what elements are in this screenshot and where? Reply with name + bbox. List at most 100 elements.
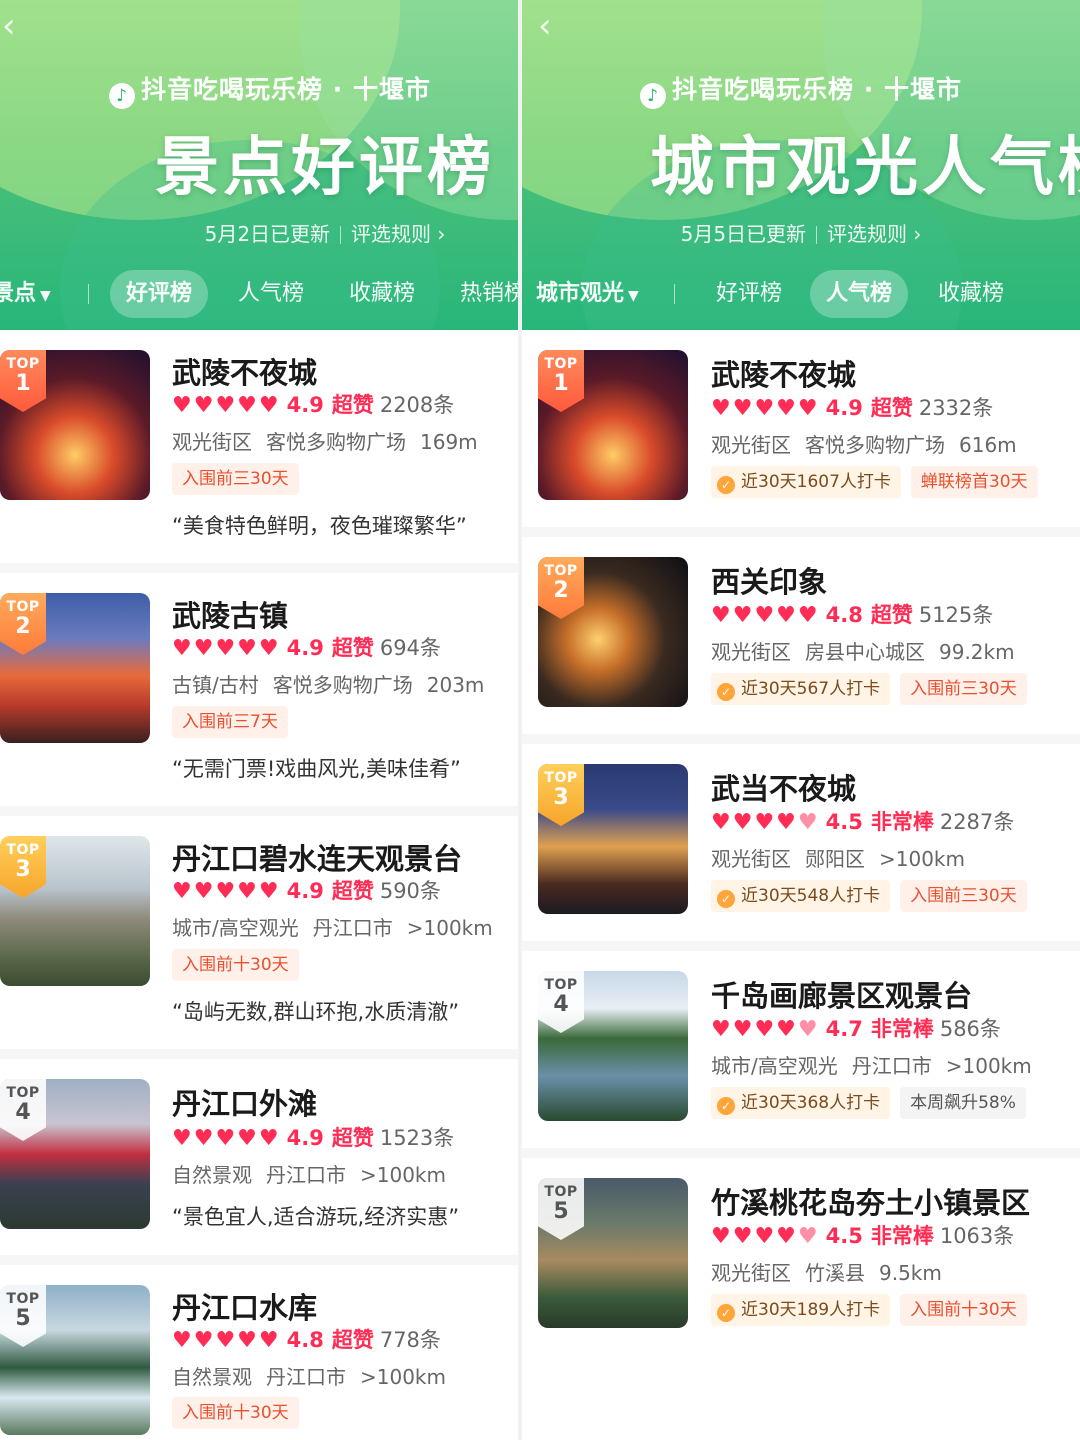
heart-rating-icon: ♥♥♥♥♥ (711, 1224, 820, 1249)
badges: 入围前三7天 (172, 706, 298, 738)
badges: ✓ 近30天548人打卡 入围前三30天 (711, 880, 1037, 912)
caret-down-icon: ▼ (40, 288, 51, 304)
badges: ✓ 近30天368人打卡 本周飙升58% (711, 1087, 1036, 1119)
list-item[interactable]: TOP 4 丹江口外滩 ♥♥♥♥♥ 4.9 超赞 1523条 自然景观 丹江口市 >100k… (0, 1059, 540, 1265)
rank-badge: TOP 5 (538, 1178, 584, 1240)
review-quote: “无需门票!戏曲风光,美味佳肴” (172, 757, 461, 781)
rank-streak-badge: 入围前三30天 (172, 463, 299, 495)
spot-name: 西关印象 (711, 565, 828, 599)
spot-name: 武陵不夜城 (172, 356, 318, 390)
list-item[interactable]: TOP 5 丹江口水库 ♥♥♥♥♥ 4.8 超赞 778条 自然景观 丹江口市 >100km… (0, 1265, 540, 1440)
heart-rating-icon: ♥♥♥♥♥ (172, 879, 281, 904)
spot-name: 竹溪桃花岛夯土小镇景区 (711, 1186, 1031, 1220)
list-item[interactable]: TOP 4 千岛画廊景区观景台 ♥♥♥♥♥ 4.7 非常棒 586条 城市/高空观光 丹江… (522, 951, 1080, 1158)
heart-rating-icon: ♥♥♥♥♥ (711, 810, 820, 835)
right-header: ‹ ♪ 抖音吃喝玩乐榜 · 十堰市 城市观光人气榜 5月5日已更新 评选规则 › 城… (522, 0, 1080, 330)
rating-row: ♥♥♥♥♥ 4.9 超赞 2332条 (711, 393, 993, 423)
caret-down-icon: ▼ (628, 288, 639, 304)
chevron-left-icon[interactable]: ‹ (2, 8, 30, 44)
spot-name: 丹江口碧水连天观景台 (172, 842, 463, 876)
spot-meta: 古镇/古村 客悦多购物广场 203m (172, 673, 485, 697)
list-item[interactable]: TOP 1 武陵不夜城 ♥♥♥♥♥ 4.9 超赞 2332条 观光街区 客悦多购物广场 61… (522, 330, 1080, 537)
check-circle-icon: ✓ (717, 890, 735, 908)
brand-line: ♪ 抖音吃喝玩乐榜 · 十堰市 (0, 70, 540, 109)
list-item[interactable]: TOP 1 武陵不夜城 ♥♥♥♥♥ 4.9 超赞 2208条 观光街区 客悦多购物广场 16… (0, 330, 540, 573)
spot-image: TOP 4 (0, 1079, 150, 1229)
checkin-badge: ✓ 近30天1607人打卡 (711, 466, 901, 498)
rating-row: ♥♥♥♥♥ 4.8 超赞 5125条 (711, 600, 993, 630)
list-item[interactable]: TOP 2 武陵古镇 ♥♥♥♥♥ 4.9 超赞 694条 古镇/古村 客悦多购物广场 203… (0, 573, 540, 816)
rule-link[interactable]: 评选规则 › (827, 222, 921, 246)
spot-image: TOP 2 (0, 593, 150, 743)
rank-streak-badge: 蝉联榜首30天 (910, 466, 1038, 498)
spot-image: TOP 3 (0, 836, 150, 986)
heart-rating-icon: ♥♥♥♥♥ (172, 1126, 281, 1151)
spot-meta: 城市/高空观光 丹江口市 >100km (711, 1054, 1032, 1078)
left-ranking-panel: ‹ ♪ 抖音吃喝玩乐榜 · 十堰市 景点好评榜 5月2日已更新 评选规则 › 景点 ▼… (0, 0, 540, 1440)
rank-badge: TOP 5 (0, 1285, 46, 1347)
douyin-logo-icon: ♪ (109, 83, 136, 109)
rating-row: ♥♥♥♥♥ 4.9 超赞 1523条 (172, 1123, 454, 1153)
rating-row: ♥♥♥♥♥ 4.5 非常棒 1063条 (711, 1221, 1014, 1251)
list-item[interactable]: TOP 5 竹溪桃花岛夯土小镇景区 ♥♥♥♥♥ 4.5 非常棒 1063条 观光街区 竹溪… (522, 1158, 1080, 1365)
page-title: 城市观光人气榜 (650, 131, 1080, 205)
spot-meta: 自然景观 丹江口市 >100km (172, 1365, 446, 1389)
rating-row: ♥♥♥♥♥ 4.9 超赞 694条 (172, 633, 441, 663)
right-ranking-panel: ‹ ♪ 抖音吃喝玩乐榜 · 十堰市 城市观光人气榜 5月5日已更新 评选规则 › 城… (518, 0, 1080, 1440)
check-circle-icon: ✓ (717, 1097, 735, 1115)
checkin-badge: ✓ 近30天548人打卡 (711, 880, 891, 912)
heart-rating-icon: ♥♥♥♥♥ (711, 396, 820, 421)
page-title: 景点好评榜 (155, 131, 495, 205)
spot-name: 千岛画廊景区观景台 (711, 979, 973, 1013)
rating-row: ♥♥♥♥♥ 4.9 超赞 2208条 (172, 390, 454, 420)
heart-rating-icon: ♥♥♥♥♥ (172, 393, 281, 418)
tab-favorites[interactable]: 收藏榜 (922, 270, 1020, 318)
spot-name: 丹江口外滩 (172, 1087, 318, 1121)
spot-meta: 城市/高空观光 丹江口市 >100km (172, 916, 493, 940)
spot-meta: 观光街区 客悦多购物广场 616m (711, 433, 1017, 457)
update-line: 5月5日已更新 评选规则 › (522, 218, 1080, 247)
tab-good-reviews[interactable]: 好评榜 (110, 270, 209, 318)
checkin-badge: ✓ 近30天368人打卡 (711, 1087, 891, 1119)
rank-badge: TOP 1 (0, 350, 46, 412)
update-line: 5月2日已更新 评选规则 › (0, 218, 540, 247)
heart-rating-icon: ♥♥♥♥♥ (172, 1328, 281, 1353)
rank-badge: TOP 2 (0, 593, 46, 655)
tab-good-reviews[interactable]: 好评榜 (700, 270, 798, 318)
review-quote: “美食特色鲜明，夜色璀璨繁华” (172, 514, 467, 538)
rank-streak-badge: 入围前十30天 (172, 1397, 299, 1429)
badges: 入围前三30天 (172, 463, 309, 495)
douyin-logo-icon: ♪ (640, 83, 667, 109)
checkin-badge: ✓ 近30天189人打卡 (711, 1294, 891, 1326)
heart-rating-icon: ♥♥♥♥♥ (711, 1017, 820, 1042)
tab-popular[interactable]: 人气榜 (810, 270, 909, 318)
check-circle-icon: ✓ (717, 476, 735, 494)
category-dropdown[interactable]: 景点 ▼ (0, 270, 51, 318)
rank-badge: TOP 2 (538, 557, 584, 619)
rule-link[interactable]: 评选规则 › (351, 222, 445, 246)
tab-popular[interactable]: 人气榜 (222, 270, 320, 318)
spot-name: 武当不夜城 (711, 772, 857, 806)
heart-rating-icon: ♥♥♥♥♥ (172, 636, 281, 661)
brand-line: ♪ 抖音吃喝玩乐榜 · 十堰市 (522, 70, 1080, 109)
category-dropdown[interactable]: 城市观光 ▼ (536, 270, 639, 318)
list-item[interactable]: TOP 3 武当不夜城 ♥♥♥♥♥ 4.5 非常棒 2287条 观光街区 郧阳区 >100k… (522, 744, 1080, 951)
rating-row: ♥♥♥♥♥ 4.5 非常棒 2287条 (711, 807, 1014, 837)
spot-image: TOP 1 (0, 350, 150, 500)
chevron-right-icon: › (437, 222, 446, 246)
spot-image: TOP 3 (538, 764, 688, 914)
spot-image: TOP 4 (538, 971, 688, 1121)
spot-meta: 观光街区 郧阳区 >100km (711, 847, 965, 871)
list-item[interactable]: TOP 3 丹江口碧水连天观景台 ♥♥♥♥♥ 4.9 超赞 590条 城市/高空观光 丹江… (0, 816, 540, 1059)
spot-image: TOP 2 (538, 557, 688, 707)
rank-badge: TOP 4 (538, 971, 584, 1033)
tab-bar: 城市观光 ▼ 好评榜 人气榜 收藏榜 (522, 270, 1080, 318)
tab-favorites[interactable]: 收藏榜 (333, 270, 431, 318)
rating-row: ♥♥♥♥♥ 4.7 非常棒 586条 (711, 1014, 1001, 1044)
checkin-badge: ✓ 近30天567人打卡 (711, 673, 891, 705)
list-item[interactable]: TOP 2 西关印象 ♥♥♥♥♥ 4.8 超赞 5125条 观光街区 房县中心城区 99.2… (522, 537, 1080, 744)
update-date: 5月2日已更新 (204, 222, 331, 246)
chevron-left-icon[interactable]: ‹ (538, 8, 566, 44)
rank-streak-badge: 入围前三30天 (900, 673, 1027, 705)
review-quote: “景色宜人,适合游玩,经济实惠” (172, 1205, 460, 1229)
